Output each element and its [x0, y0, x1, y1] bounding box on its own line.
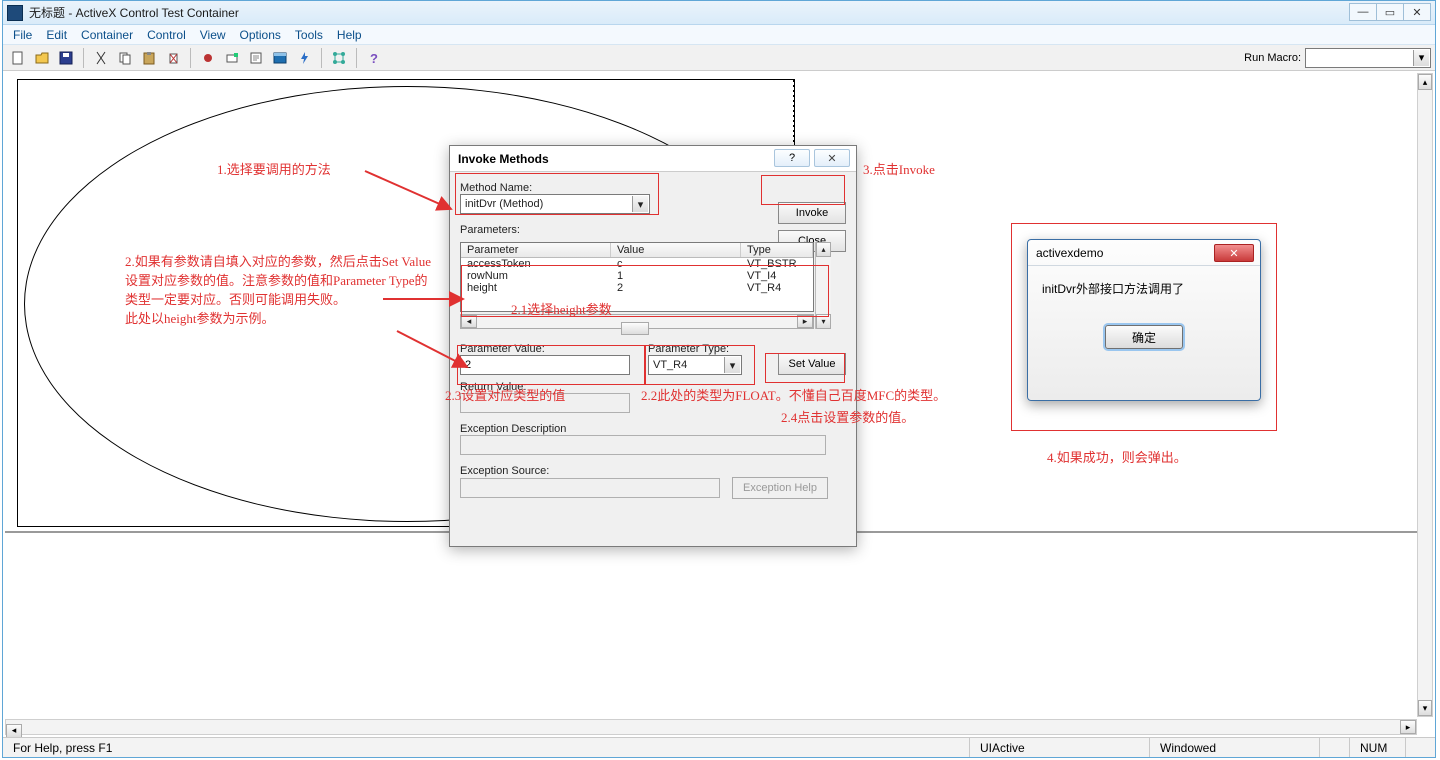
window-icon[interactable] — [269, 47, 291, 69]
parameter-value-input[interactable] — [460, 355, 630, 375]
menu-tools[interactable]: Tools — [295, 28, 323, 42]
exception-src-field — [460, 478, 720, 498]
lightning-icon[interactable] — [293, 47, 315, 69]
return-value-field — [460, 393, 630, 413]
popup-title-text: activexdemo — [1036, 246, 1103, 260]
record-icon[interactable] — [197, 47, 219, 69]
popup-message: initDvr外部接口方法调用了 — [1042, 280, 1246, 297]
scroll-down-icon[interactable]: ▾ — [1418, 700, 1432, 716]
parameters-table[interactable]: Parameter Value Type accessToken c VT_BS… — [460, 242, 814, 312]
titlebar: 无标题 - ActiveX Control Test Container — ▭… — [3, 1, 1435, 25]
main-window: 无标题 - ActiveX Control Test Container — ▭… — [2, 0, 1436, 758]
scroll-down-icon[interactable]: ▾ — [816, 314, 831, 329]
scroll-right-icon[interactable]: ▸ — [1400, 720, 1416, 734]
parameter-value-label: Parameter Value: — [460, 343, 630, 355]
scroll-thumb[interactable] — [621, 322, 649, 335]
exception-desc-field — [460, 435, 826, 455]
col-type[interactable]: Type — [741, 243, 813, 257]
params-scroll-h[interactable]: ◂ ▸ — [460, 314, 814, 329]
paste-icon[interactable] — [138, 47, 160, 69]
parameter-type-label: Parameter Type: — [648, 343, 742, 355]
exception-desc-label: Exception Description — [460, 423, 846, 435]
param-row[interactable]: accessToken c VT_BSTR — [461, 258, 813, 270]
delete-icon[interactable] — [162, 47, 184, 69]
menu-view[interactable]: View — [200, 28, 226, 42]
help-icon[interactable]: ? — [363, 47, 385, 69]
menu-edit[interactable]: Edit — [46, 28, 67, 42]
method-name-combo[interactable]: initDvr (Method) ▾ — [460, 194, 650, 214]
status-help: For Help, press F1 — [3, 738, 122, 757]
statusbar: For Help, press F1 UIActive Windowed NUM — [3, 737, 1435, 757]
chevron-down-icon: ▾ — [632, 196, 648, 212]
status-empty1 — [1319, 738, 1349, 757]
chevron-down-icon: ▾ — [1413, 50, 1429, 66]
svg-text:?: ? — [370, 51, 378, 66]
set-value-button[interactable]: Set Value — [778, 353, 846, 375]
annotation-4: 4.如果成功，则会弹出。 — [1047, 449, 1187, 468]
return-value-label: Return Value: — [460, 381, 846, 393]
status-empty2 — [1405, 738, 1435, 757]
dialog-close-button[interactable]: ✕ — [814, 149, 850, 167]
work-area: Invoke Methods ? ✕ Method Name: initDvr … — [3, 71, 1435, 737]
parameter-type-combo[interactable]: VT_R4 ▾ — [648, 355, 742, 375]
copy-icon[interactable] — [114, 47, 136, 69]
connections-icon[interactable] — [328, 47, 350, 69]
toolbar: ? Run Macro: ▾ — [3, 45, 1435, 71]
scroll-up-icon[interactable]: ▴ — [816, 242, 831, 257]
save-icon[interactable] — [55, 47, 77, 69]
menu-container[interactable]: Container — [81, 28, 133, 42]
method-name-value: initDvr (Method) — [465, 198, 543, 210]
outer-scrollbar-v[interactable]: ▴ ▾ — [1417, 73, 1433, 717]
dialog-titlebar[interactable]: Invoke Methods ? ✕ — [450, 146, 856, 172]
status-windowed: Windowed — [1149, 738, 1319, 757]
menu-file[interactable]: File — [13, 28, 32, 42]
scroll-up-icon[interactable]: ▴ — [1418, 74, 1432, 90]
close-window-button[interactable]: ✕ — [1403, 3, 1431, 21]
log-icon[interactable] — [245, 47, 267, 69]
popup-close-button[interactable]: ✕ — [1214, 244, 1254, 262]
exception-src-label: Exception Source: — [460, 465, 846, 477]
menu-control[interactable]: Control — [147, 28, 186, 42]
param-row[interactable]: rowNum 1 VT_I4 — [461, 270, 813, 282]
annotation-3: 3.点击Invoke — [863, 161, 935, 180]
menu-help[interactable]: Help — [337, 28, 362, 42]
app-icon — [7, 5, 23, 21]
status-num: NUM — [1349, 738, 1405, 757]
dialog-title: Invoke Methods — [458, 152, 549, 166]
run-macro-combo[interactable]: ▾ — [1305, 48, 1431, 68]
outer-scrollbar-h[interactable]: ◂ ▸ — [5, 719, 1417, 735]
invoke-methods-dialog: Invoke Methods ? ✕ Method Name: initDvr … — [449, 145, 857, 547]
col-value[interactable]: Value — [611, 243, 741, 257]
popup-ok-button[interactable]: 确定 — [1105, 325, 1183, 349]
scroll-left-icon[interactable]: ◂ — [461, 315, 477, 328]
scroll-left-icon[interactable]: ◂ — [6, 724, 22, 738]
new-icon[interactable] — [7, 47, 29, 69]
menu-options[interactable]: Options — [240, 28, 281, 42]
open-icon[interactable] — [31, 47, 53, 69]
cut-icon[interactable] — [90, 47, 112, 69]
dialog-help-button[interactable]: ? — [774, 149, 810, 167]
status-uiactive: UIActive — [969, 738, 1149, 757]
popup-area: activexdemo ✕ initDvr外部接口方法调用了 确定 — [1011, 223, 1277, 431]
exception-help-button: Exception Help — [732, 477, 828, 499]
stop-icon[interactable] — [221, 47, 243, 69]
menubar: File Edit Container Control View Options… — [3, 25, 1435, 45]
method-name-label: Method Name: — [460, 182, 846, 194]
col-parameter[interactable]: Parameter — [461, 243, 611, 257]
scroll-right-icon[interactable]: ▸ — [797, 315, 813, 328]
run-macro-label: Run Macro: — [1244, 52, 1301, 64]
minimize-button[interactable]: — — [1349, 3, 1377, 21]
restore-button[interactable]: ▭ — [1376, 3, 1404, 21]
chevron-down-icon: ▾ — [724, 357, 740, 373]
message-popup: activexdemo ✕ initDvr外部接口方法调用了 确定 — [1027, 239, 1261, 401]
window-title: 无标题 - ActiveX Control Test Container — [29, 4, 239, 21]
params-scroll-v[interactable]: ▴ ▾ — [815, 242, 831, 329]
param-row[interactable]: height 2 VT_R4 — [461, 282, 813, 294]
invoke-button[interactable]: Invoke — [778, 202, 846, 224]
